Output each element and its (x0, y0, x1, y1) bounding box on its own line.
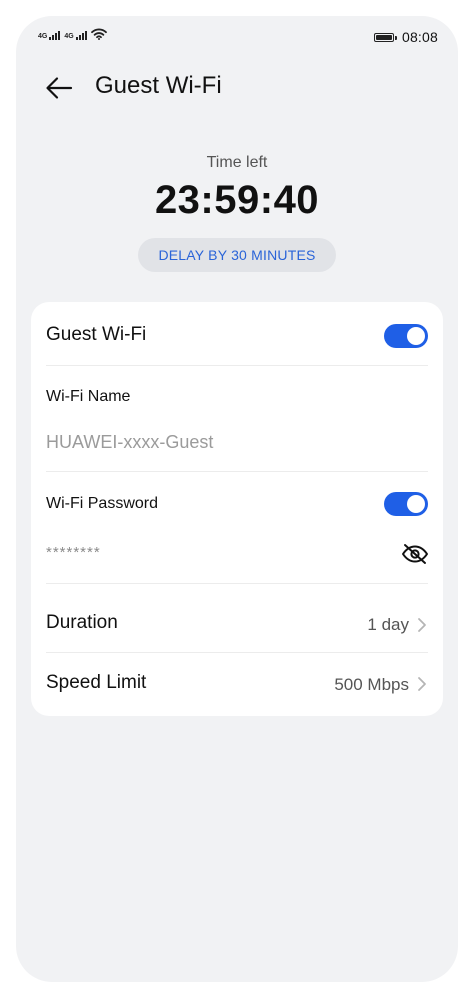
duration-value: 1 day (367, 615, 409, 634)
wifi-password-toggle[interactable] (384, 492, 428, 516)
signal-icon-2: 4G (64, 31, 87, 40)
speed-limit-value: 500 Mbps (334, 675, 409, 694)
status-time: 08:08 (401, 29, 438, 45)
speed-limit-label: Speed Limit (46, 672, 147, 693)
wifi-password-field[interactable]: ******** (46, 544, 101, 561)
duration-row[interactable]: Duration 1 day (31, 584, 443, 652)
arrow-left-icon (46, 77, 73, 99)
status-left: 4G 4G (38, 28, 107, 40)
duration-label: Duration (46, 612, 118, 633)
chevron-right-icon (418, 677, 426, 691)
status-right: 08:08 (373, 29, 438, 45)
delay-button[interactable]: DELAY BY 30 MINUTES (138, 238, 336, 272)
time-left-value: 23:59:40 (154, 178, 320, 222)
battery-icon (373, 32, 397, 42)
guest-wifi-toggle[interactable] (384, 324, 428, 348)
signal-1-label: 4G (38, 33, 48, 40)
divider (46, 365, 428, 366)
signal-2-label: 4G (64, 33, 74, 40)
wifi-icon (90, 28, 107, 40)
wifi-password-label: Wi-Fi Password (46, 495, 159, 512)
wifi-name-field[interactable]: HUAWEI-xxxx-Guest (46, 432, 213, 453)
guest-wifi-label: Guest Wi-Fi (46, 324, 147, 345)
back-button[interactable] (44, 76, 74, 100)
signal-icon-1: 4G (38, 31, 61, 40)
header: Guest Wi-Fi (16, 66, 458, 110)
chevron-right-icon (418, 618, 426, 632)
time-left-label: Time left (206, 154, 268, 171)
eye-off-icon[interactable] (401, 543, 429, 565)
speed-limit-row[interactable]: Speed Limit 500 Mbps (31, 653, 443, 715)
divider (46, 471, 428, 472)
phone-screen: 4G 4G 08:08 Guest Wi-Fi Time left 23:59:… (16, 16, 458, 982)
settings-card: Guest Wi-Fi Wi-Fi Name HUAWEI-xxxx-Guest… (31, 302, 443, 716)
status-bar: 4G 4G 08:08 (16, 16, 458, 56)
wifi-name-label: Wi-Fi Name (46, 388, 131, 405)
page-title: Guest Wi-Fi (95, 72, 222, 99)
